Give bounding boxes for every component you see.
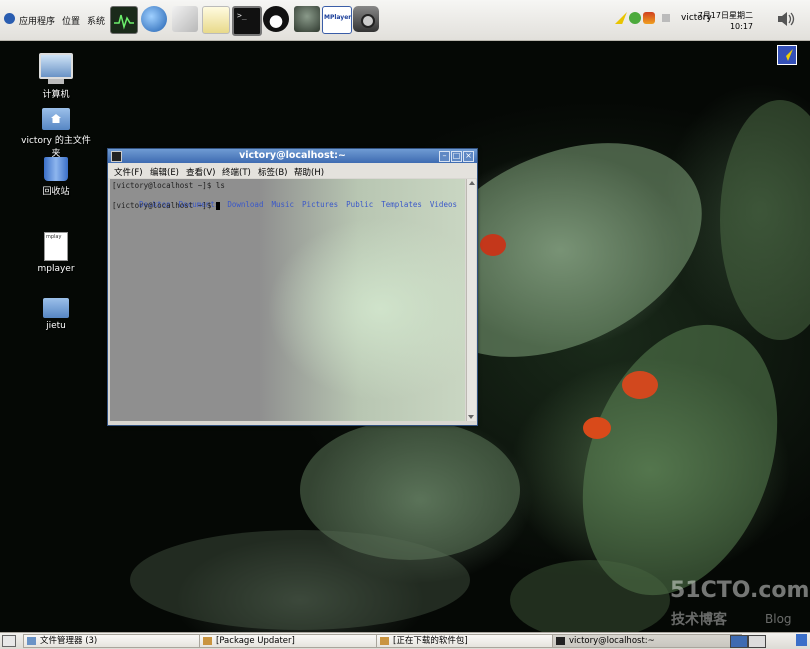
desktop-icon-home[interactable]: victory 的主文件夹 <box>18 108 94 159</box>
task-downloading-packages[interactable]: [正在下载的软件包] <box>376 634 566 648</box>
mplayer-gui-icon[interactable]: MPlayer <box>322 6 352 34</box>
package-icon <box>380 637 389 645</box>
menu-system[interactable]: 系统 <box>87 14 105 27</box>
ladybug-2 <box>622 371 658 399</box>
task-file-manager[interactable]: 文件管理器 (3) <box>23 634 213 648</box>
ls-entry: Download <box>227 200 264 209</box>
ls-entry: Pictures <box>302 200 339 209</box>
prompt-text: [victory@localhost ~]$ <box>112 201 216 210</box>
text-editor-icon[interactable] <box>172 6 198 32</box>
watermark-site: 51CTO.com <box>670 578 810 603</box>
desktop-icon-label: victory 的主文件夹 <box>21 136 91 159</box>
clock-date: 7月17日星期二 <box>697 11 753 20</box>
mplayer-badge: MPlayer <box>324 14 352 21</box>
watermark-tagline: 技术博客 <box>671 612 727 628</box>
ladybug-3 <box>583 417 611 439</box>
menu-applications[interactable]: 应用程序 <box>19 14 55 27</box>
minimize-button[interactable]: – <box>439 151 450 162</box>
terminal-icon <box>556 637 565 645</box>
text-cursor <box>215 202 220 210</box>
window-title: victory@localhost:~ <box>239 150 346 161</box>
maximize-button[interactable]: □ <box>451 151 462 162</box>
desktop-icon-jietu[interactable]: jietu <box>18 298 94 331</box>
workspace-switcher[interactable] <box>730 635 748 648</box>
menu-places[interactable]: 位置 <box>62 14 80 27</box>
task-label: [Package Updater] <box>216 636 295 646</box>
package-icon[interactable] <box>643 12 655 24</box>
desktop-icon-mplayer-file[interactable]: mplay mplayer <box>18 232 94 274</box>
desktop-icon-label: jietu <box>46 321 66 331</box>
terminal-window[interactable]: victory@localhost:~ – □ × 文件(F) 编辑(E) 查看… <box>107 148 478 426</box>
browser-icon[interactable] <box>141 6 167 32</box>
clock-time: 10:17 <box>729 22 753 31</box>
ls-entry: Videos <box>429 200 457 209</box>
scroll-up-icon[interactable] <box>468 181 475 185</box>
task-label: [正在下载的软件包] <box>393 636 468 646</box>
notes-icon[interactable] <box>202 6 230 34</box>
terminal-line-prompt: [victory@localhost ~]$ <box>112 201 220 210</box>
terminal-output[interactable]: [victory@localhost ~]$ ls Desktop Documen… <box>110 179 465 421</box>
network-icon[interactable] <box>662 14 670 22</box>
ls-entry: Music <box>271 200 295 209</box>
update-notifier-icon[interactable] <box>777 45 797 65</box>
terminal-icon[interactable]: >_ <box>232 6 262 36</box>
file-icon: mplay <box>44 232 68 261</box>
task-package-updater[interactable]: [Package Updater] <box>199 634 389 648</box>
close-button[interactable]: × <box>463 151 474 162</box>
update-arrow-icon[interactable] <box>615 12 627 24</box>
settings-gear-icon[interactable] <box>629 12 641 24</box>
menu-edit[interactable]: 编辑(E) <box>150 166 179 178</box>
task-label: 文件管理器 (3) <box>40 636 98 646</box>
ladybug-1 <box>480 234 506 256</box>
task-terminal[interactable]: victory@localhost:~ <box>552 634 742 648</box>
clock[interactable]: 7月17日星期二 10:17 <box>698 10 753 32</box>
fedora-logo-icon[interactable] <box>4 13 15 24</box>
terminal-scrollbar[interactable] <box>466 179 476 421</box>
qq-icon[interactable] <box>263 6 289 32</box>
menu-view[interactable]: 查看(V) <box>186 166 215 178</box>
folder-icon <box>43 298 69 318</box>
window-titlebar[interactable]: victory@localhost:~ – □ × <box>108 149 477 163</box>
ls-entry: Templates <box>381 200 422 209</box>
workspace-switcher-2[interactable] <box>748 635 766 648</box>
screenshot-icon[interactable] <box>353 6 379 32</box>
system-monitor-icon[interactable] <box>110 6 138 34</box>
file-manager-icon <box>27 637 36 645</box>
top-panel: 应用程序 位置 系统 >_ MPlayer victory 7月17日星期二 1… <box>0 0 810 41</box>
watermark-blog: Blog <box>765 612 792 626</box>
desktop-icon-label: 回收站 <box>42 187 70 197</box>
desktop-icon-computer[interactable]: 计算机 <box>18 53 94 100</box>
show-desktop-icon[interactable] <box>2 635 16 647</box>
mplayer-launcher-icon[interactable] <box>294 6 320 32</box>
menu-help[interactable]: 帮助(H) <box>294 166 324 178</box>
computer-icon <box>39 53 73 79</box>
task-label: victory@localhost:~ <box>569 636 655 646</box>
package-icon <box>203 637 212 645</box>
desktop-icon-label: mplayer <box>37 264 75 274</box>
ls-entry: Public <box>346 200 374 209</box>
menu-terminal[interactable]: 终端(T) <box>222 166 251 178</box>
home-folder-icon <box>42 108 70 130</box>
bottom-panel: 文件管理器 (3) [Package Updater] [正在下载的软件包] v… <box>0 632 810 649</box>
menu-tabs[interactable]: 标签(B) <box>258 166 287 178</box>
menu-file[interactable]: 文件(F) <box>114 166 143 178</box>
desktop-icon-trash[interactable]: 回收站 <box>18 157 94 197</box>
file-badge: mplay <box>46 234 62 240</box>
terminal-menubar: 文件(F) 编辑(E) 查看(V) 终端(T) 标签(B) 帮助(H) <box>108 163 477 178</box>
trash-applet-icon[interactable] <box>796 634 807 646</box>
volume-icon[interactable] <box>775 8 797 30</box>
trash-icon <box>44 157 68 181</box>
terminal-line-command: [victory@localhost ~]$ ls <box>112 181 225 190</box>
scroll-down-icon[interactable] <box>468 415 474 419</box>
desktop-icon-label: 计算机 <box>42 90 70 100</box>
